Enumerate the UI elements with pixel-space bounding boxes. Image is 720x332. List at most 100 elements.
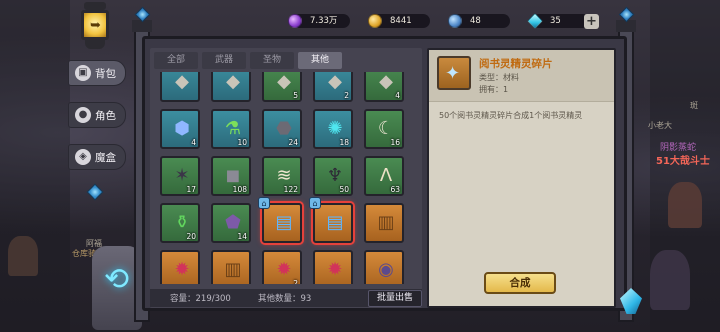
nav-character[interactable]: ● 角色 (68, 102, 126, 128)
tab-weapons[interactable]: 武器 (202, 52, 246, 69)
partial-item-icon: ◆ (277, 72, 291, 92)
inventory-slot[interactable]: ≋ 122 (262, 156, 302, 196)
batch-sell-button[interactable]: 批量出售 (368, 290, 422, 307)
purple-rock-icon: ⬟ (225, 211, 241, 233)
item-count: 16 (390, 138, 400, 147)
blue-orb-icon (448, 14, 462, 28)
back-lantern-button[interactable]: ➥ (76, 2, 114, 50)
inventory-slot[interactable]: ◆ 5 (262, 72, 302, 102)
nav-label: 背包 (95, 67, 116, 80)
inventory-slot[interactable]: ▥ (364, 203, 404, 243)
item-count: 17 (186, 185, 196, 194)
item-count: 4 (191, 138, 196, 147)
inventory-slot[interactable]: ✹ 2 (262, 250, 302, 284)
fang-icon: ☾ (377, 117, 395, 139)
npc-name-label: 小老大 (648, 121, 672, 130)
inventory-slot[interactable]: ⚱ 20 (160, 203, 200, 243)
backpack-icon: ▣ (75, 65, 91, 81)
shadow-horn-icon: ♆ (326, 164, 344, 186)
item-count: 20 (186, 232, 196, 241)
inventory-slot[interactable]: ◆ 2 (313, 72, 353, 102)
npc-name-label: 斑 (690, 101, 698, 110)
inventory-slot[interactable]: ♆ 50 (313, 156, 353, 196)
dark-claw-icon: ✶ (174, 164, 190, 186)
cyan-ore-icon: ✺ (327, 117, 343, 139)
item-count: 122 (283, 185, 298, 194)
gem-icon (288, 14, 302, 28)
inventory-slot[interactable]: ◆ 4 (364, 72, 404, 102)
detail-item-thumbnail: ✦ (437, 56, 471, 90)
inventory-slot[interactable]: ◆ (211, 72, 251, 102)
item-count: 50 (339, 185, 349, 194)
partial-item-icon: ◆ (175, 72, 189, 92)
compose-button[interactable]: 合成 (484, 272, 556, 294)
magic-lantern-icon: ✹ (174, 258, 190, 280)
inventory-slot[interactable]: ⚗ 10 (211, 109, 251, 149)
inventory-slot[interactable]: ✺ 18 (313, 109, 353, 149)
lock-icon: ⌂ (309, 197, 321, 209)
item-grid-viewport[interactable]: ◆ ◆ ◆ 5 ◆ 2 ◆ 4 ⬢ 4 ⚗ 10 ⬣ 24 ✺ 18 ☾ 16 ✶ 17 ◼ 108 ≋ 122 ♆ 50 ⴷ 63 ⚱… (154, 72, 420, 284)
background-npc (650, 250, 690, 310)
rune-icon: ⟲ (104, 262, 130, 297)
horns-icon: ⴷ (379, 164, 393, 186)
character-icon: ● (75, 107, 91, 123)
inventory-slot[interactable]: ▥ (211, 250, 251, 284)
item-count: 2 (344, 91, 349, 100)
other-count-label: 其他数量：93 (258, 294, 312, 304)
capacity-label: 容量：219/300 (170, 294, 231, 304)
magic-box-icon: ◈ (75, 149, 91, 165)
inventory-slot[interactable]: ⬣ 24 (262, 109, 302, 149)
wooden-chest-icon: ▥ (224, 258, 242, 280)
inventory-slot[interactable]: ⴷ 63 (364, 156, 404, 196)
nav-backpack[interactable]: ▣ 背包 (68, 60, 126, 86)
item-count: 14 (237, 232, 247, 241)
inventory-slot[interactable]: ◆ (160, 72, 200, 102)
item-count: 108 (232, 185, 247, 194)
inventory-slot[interactable]: ⬢ 4 (160, 109, 200, 149)
magic-lantern-icon: ✹ (276, 258, 292, 280)
resource-gold: 8441 (368, 11, 430, 31)
back-arrow-icon: ➥ (90, 18, 101, 33)
blue-crystal-icon: ⬢ (174, 117, 190, 139)
inventory-slot[interactable]: ☾ 16 (364, 109, 404, 149)
item-grid: ◆ ◆ ◆ 5 ◆ 2 ◆ 4 ⬢ 4 ⚗ 10 ⬣ 24 ✺ 18 ☾ 16 ✶ 17 ◼ 108 ≋ 122 ♆ 50 ⴷ 63 ⚱… (160, 72, 404, 284)
tab-other[interactable]: 其他 (298, 52, 342, 69)
detail-header: ✦ 阅书灵精灵碎片 类型：材料 拥有：1 (429, 50, 614, 102)
nav-magic-box[interactable]: ◈ 魔盒 (68, 144, 126, 170)
inventory-slot[interactable]: ◼ 108 (211, 156, 251, 196)
partial-item-icon: ◆ (328, 72, 342, 92)
bone-claws-icon: ≋ (276, 164, 292, 186)
dark-ore-icon: ⬣ (276, 117, 292, 139)
item-detail-panel: ✦ 阅书灵精灵碎片 类型：材料 拥有：1 50个阅书灵精灵碎片合成1个阅书灵精灵 (427, 48, 616, 308)
nav-label: 魔盒 (95, 151, 116, 164)
item-count: 4 (395, 91, 400, 100)
blue-chest-icon: ▤ (326, 211, 344, 233)
magic-lantern-icon: ✹ (327, 258, 343, 280)
background-npc (668, 182, 702, 228)
inventory-slot[interactable]: ▤ ⌂ (258, 197, 302, 243)
inventory-slot[interactable]: ▤ ⌂ (309, 197, 353, 243)
category-tabs: 全部 武器 圣物 其他 (154, 52, 342, 70)
green-flask-icon: ⚱ (174, 211, 190, 233)
green-potion-icon: ⚗ (224, 117, 242, 139)
inventory-slot[interactable]: ⬟ 14 (211, 203, 251, 243)
stone-slab-icon: ◼ (225, 164, 241, 186)
item-count: 5 (293, 91, 298, 100)
inventory-slot[interactable]: ◉ (364, 250, 404, 284)
add-currency-button[interactable]: + (584, 14, 599, 29)
inventory-slot[interactable]: ✹ (313, 250, 353, 284)
item-count: 18 (339, 138, 349, 147)
puzzle-piece-icon: ✦ (445, 63, 461, 84)
inventory-slot[interactable]: ✹ (160, 250, 200, 284)
npc-name-label: 51大哉斗士 (656, 156, 710, 167)
tab-relics[interactable]: 圣物 (250, 52, 294, 69)
tab-all[interactable]: 全部 (154, 52, 198, 69)
inventory-slot[interactable]: ✶ 17 (160, 156, 200, 196)
wooden-chest-icon: ▥ (377, 211, 395, 233)
item-count: 63 (390, 185, 400, 194)
gold-coin-icon (368, 14, 382, 28)
item-count: 2 (293, 279, 298, 284)
partial-item-icon: ◆ (226, 72, 240, 92)
detail-item-name: 阅书灵精灵碎片 (479, 58, 553, 70)
detail-item-type: 类型：材料 (479, 73, 519, 82)
